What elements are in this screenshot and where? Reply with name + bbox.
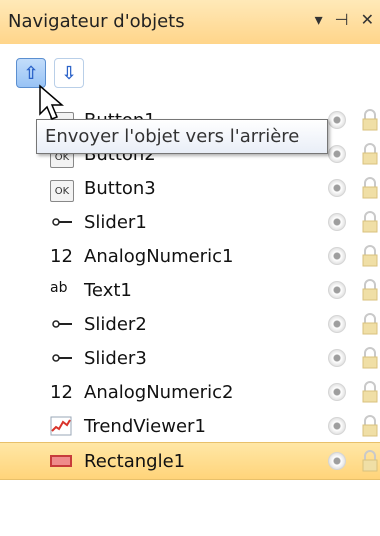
title-controls: ▾ ⊣ ✕: [315, 10, 374, 29]
lock-icon[interactable]: [360, 450, 380, 472]
analog-numeric-icon: 12: [50, 246, 73, 267]
arrow-up-icon: ⇧: [23, 62, 39, 84]
lock-icon[interactable]: [360, 245, 380, 267]
dropdown-icon[interactable]: ▾: [315, 10, 323, 29]
object-label: TrendViewer1: [84, 416, 206, 437]
lock-icon[interactable]: [360, 109, 380, 131]
lock-icon[interactable]: [360, 279, 380, 301]
lock-icon[interactable]: [360, 143, 380, 165]
slider-icon: [52, 218, 72, 226]
visibility-icon[interactable]: [328, 179, 346, 197]
list-item[interactable]: Slider3: [0, 340, 380, 376]
object-label: AnalogNumeric1: [84, 246, 234, 267]
visibility-icon[interactable]: [328, 383, 346, 401]
list-item[interactable]: ab Text1: [0, 272, 380, 308]
list-item[interactable]: 12 AnalogNumeric1: [0, 238, 380, 274]
visibility-icon[interactable]: [328, 417, 346, 435]
visibility-icon[interactable]: [328, 452, 346, 470]
list-item[interactable]: 12 AnalogNumeric2: [0, 374, 380, 410]
panel-title: Navigateur d'objets: [8, 11, 185, 32]
list-item-selected[interactable]: Rectangle1: [0, 442, 380, 480]
lock-icon[interactable]: [360, 177, 380, 199]
slider-icon: [52, 320, 72, 328]
object-label: AnalogNumeric2: [84, 382, 234, 403]
visibility-icon[interactable]: [328, 247, 346, 265]
object-label: Rectangle1: [84, 451, 186, 472]
lock-icon[interactable]: [360, 347, 380, 369]
visibility-icon[interactable]: [328, 349, 346, 367]
tooltip: Envoyer l'objet vers l'arrière: [36, 119, 328, 154]
visibility-icon[interactable]: [328, 315, 346, 333]
object-list: OK Button1 OK Button2 OK Button3 Slider1: [0, 94, 380, 536]
visibility-icon[interactable]: [328, 281, 346, 299]
button-ok-icon: OK: [50, 180, 74, 202]
object-label: Button3: [84, 178, 156, 199]
object-label: Slider1: [84, 212, 147, 233]
list-item[interactable]: TrendViewer1: [0, 408, 380, 444]
object-label: Slider2: [84, 314, 147, 335]
lock-icon[interactable]: [360, 313, 380, 335]
mouse-cursor-icon: [39, 84, 64, 120]
visibility-icon[interactable]: [328, 145, 346, 163]
visibility-icon[interactable]: [328, 111, 346, 129]
trend-viewer-icon: [50, 416, 72, 436]
analog-numeric-icon: 12: [50, 382, 73, 403]
lock-icon[interactable]: [360, 211, 380, 233]
list-item[interactable]: OK Button3: [0, 170, 380, 206]
visibility-icon[interactable]: [328, 213, 346, 231]
panel-title-bar: Navigateur d'objets ▾ ⊣ ✕: [0, 0, 380, 45]
text-icon: ab: [50, 280, 68, 296]
close-icon[interactable]: ✕: [361, 10, 374, 29]
list-item[interactable]: Slider1: [0, 204, 380, 240]
lock-icon[interactable]: [360, 415, 380, 437]
object-label: Slider3: [84, 348, 147, 369]
slider-icon: [52, 354, 72, 362]
arrow-down-icon: ⇩: [61, 62, 77, 84]
pin-icon[interactable]: ⊣: [335, 10, 349, 29]
object-label: Text1: [84, 280, 132, 301]
list-item[interactable]: Slider2: [0, 306, 380, 342]
lock-icon[interactable]: [360, 381, 380, 403]
object-navigator-panel: Navigateur d'objets ▾ ⊣ ✕ ⇧ ⇩ OK Button1…: [0, 0, 380, 536]
rectangle-icon: [50, 455, 72, 467]
